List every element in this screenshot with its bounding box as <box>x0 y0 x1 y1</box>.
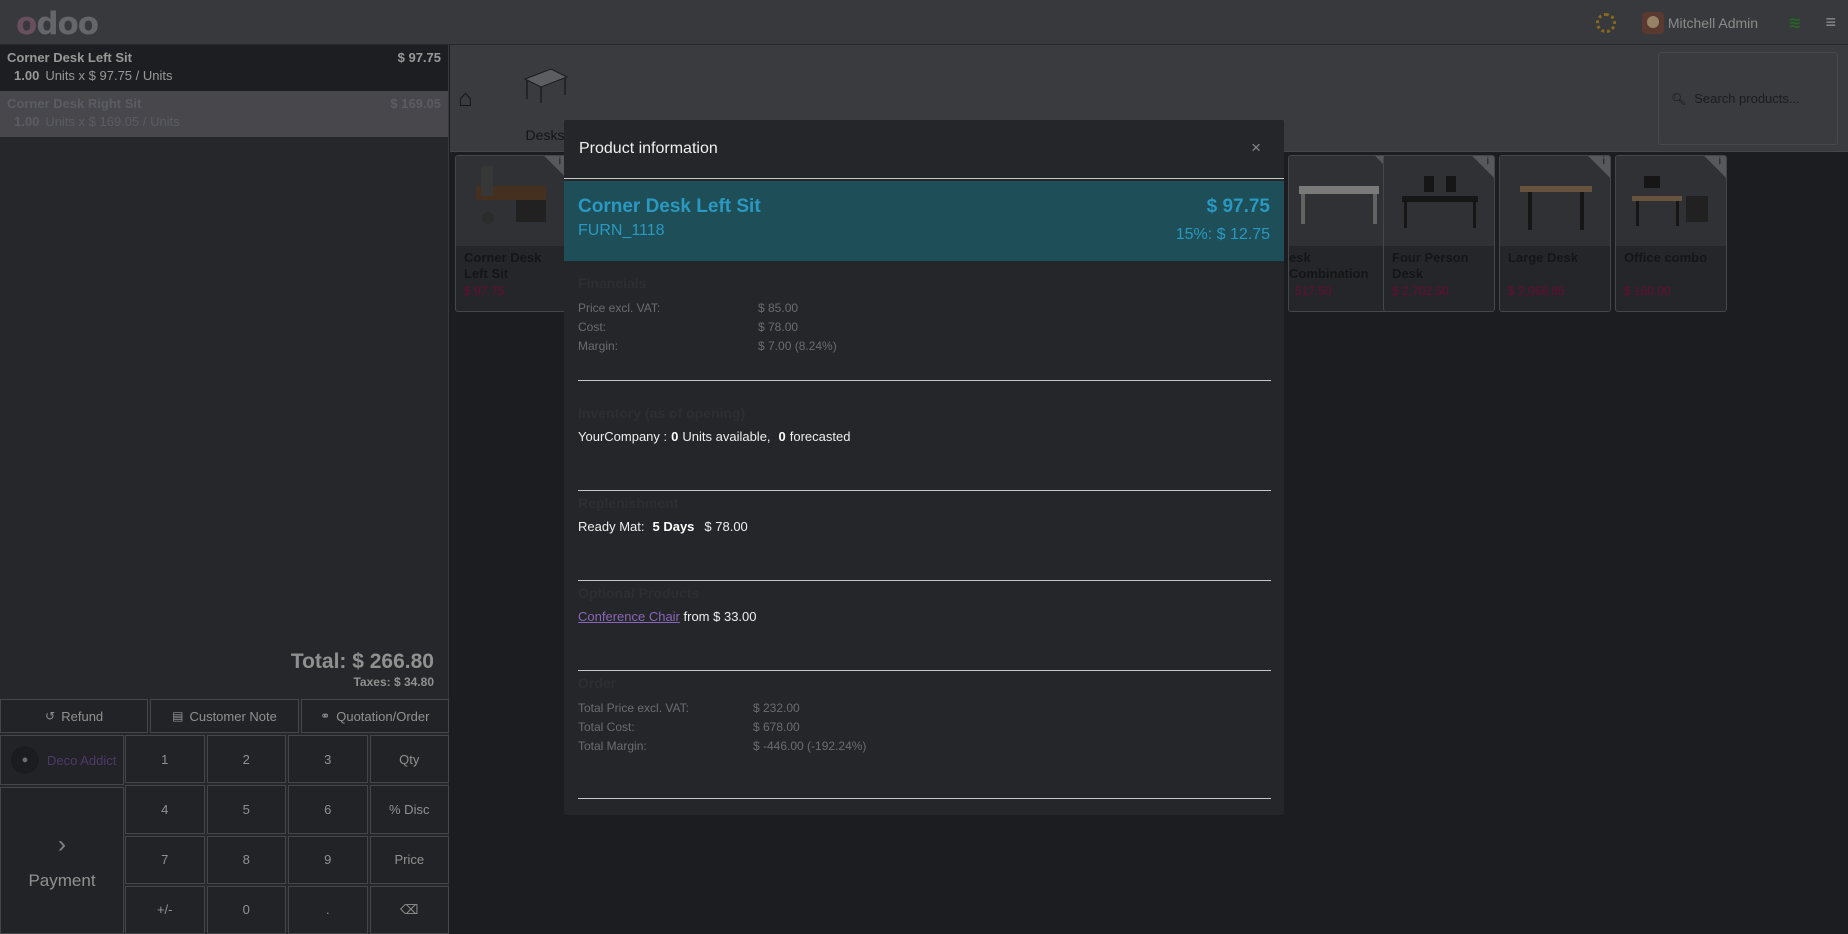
section-title: Optional Products <box>578 585 700 601</box>
optional-products-section: Optional Products Conference Chair from … <box>578 585 1271 671</box>
product-name: Corner Desk Left Sit <box>578 196 761 217</box>
product-code: FURN_1118 <box>578 222 665 239</box>
section-title: Order <box>578 675 617 691</box>
replenishment-section: Replenishment Ready Mat: 5 Days $ 78.00 <box>578 495 1271 581</box>
product-info-dialog: Product information × Corner Desk Left S… <box>564 120 1284 815</box>
product-tax: 15%: $ 12.75 <box>1175 226 1270 243</box>
product-price: $ 97.75 <box>1206 196 1270 217</box>
order-section: Order Total Price excl. VAT: $ 232.00 Tot… <box>578 675 1271 799</box>
dialog-title: Product information <box>579 140 718 157</box>
inventory-section: Inventory (as of opening) YourCompany :0… <box>578 405 1271 491</box>
close-icon[interactable]: × <box>1251 138 1261 158</box>
optional-product-link[interactable]: Conference Chair <box>578 609 680 624</box>
divider <box>578 380 1271 381</box>
section-title: Financials <box>578 275 647 291</box>
product-summary: Corner Desk Left Sit FURN_1118 $ 97.75 1… <box>564 181 1284 261</box>
section-title: Replenishment <box>578 495 679 511</box>
dialog-header: Product information <box>564 120 1284 179</box>
section-title: Inventory (as of opening) <box>578 405 746 421</box>
